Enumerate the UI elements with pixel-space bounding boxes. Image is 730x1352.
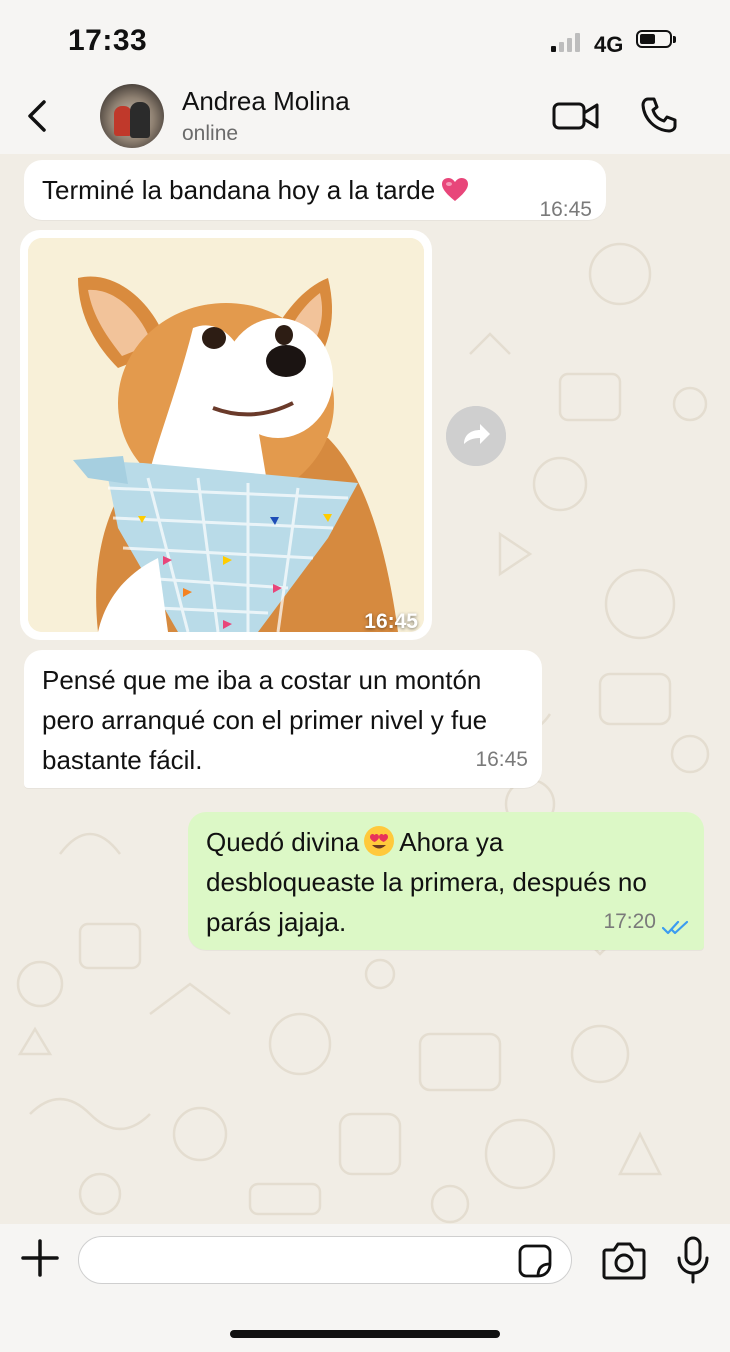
back-chevron-icon[interactable] (24, 96, 54, 136)
message-bubble-incoming[interactable]: Pensé que me iba a costar un montón pero… (24, 650, 542, 788)
message-time: 16:45 (539, 198, 592, 221)
forward-icon[interactable] (446, 406, 506, 466)
message-bubble-outgoing[interactable]: Quedó divina Ahora ya desbloqueaste la pr… (188, 812, 704, 950)
battery-icon (636, 30, 676, 48)
image-time: 16:45 (364, 610, 418, 633)
corgi-photo[interactable] (28, 238, 424, 632)
message-text: Terminé la bandana hoy a la tarde (42, 175, 436, 205)
message-bubble-incoming[interactable]: Terminé la bandana hoy a la tarde 16:45 (24, 160, 606, 221)
plus-icon[interactable] (20, 1238, 60, 1278)
status-time: 17:33 (68, 24, 148, 57)
image-message[interactable]: 16:45 (20, 230, 432, 640)
camera-icon[interactable] (602, 1240, 646, 1280)
message-line: desbloqueaste la primera, después no (206, 867, 647, 897)
home-indicator[interactable] (230, 1330, 500, 1338)
contact-status: online (182, 122, 239, 145)
read-receipt-icon (662, 920, 689, 935)
sticker-icon[interactable] (518, 1244, 552, 1278)
signal-icon (551, 30, 587, 52)
network-type: 4G (594, 32, 624, 57)
message-time: 16:45 (475, 748, 528, 771)
message-line: pero arranqué con el primer nivel y fue (42, 705, 488, 735)
chat-area[interactable]: Terminé la bandana hoy a la tarde 16:45 (0, 154, 730, 1224)
message-text: Quedó divina (206, 827, 360, 857)
contact-name[interactable]: Andrea Molina (182, 86, 350, 117)
message-input[interactable] (78, 1236, 572, 1284)
message-text: Ahora ya (399, 827, 504, 857)
avatar[interactable] (100, 84, 164, 148)
heart-emoji-icon (442, 178, 469, 201)
message-time: 17:20 (603, 910, 656, 933)
microphone-icon[interactable] (676, 1236, 710, 1284)
message-line: parás jajaja. (206, 907, 347, 937)
video-call-icon[interactable] (552, 100, 600, 132)
status-bar: 17:33 4G (0, 0, 730, 80)
heart-eyes-emoji-icon (364, 826, 395, 856)
chat-header: Andrea Molina online (0, 80, 730, 154)
message-line: Pensé que me iba a costar un montón (42, 665, 482, 695)
message-line: bastante fácil. (42, 745, 203, 775)
phone-call-icon[interactable] (640, 96, 678, 134)
